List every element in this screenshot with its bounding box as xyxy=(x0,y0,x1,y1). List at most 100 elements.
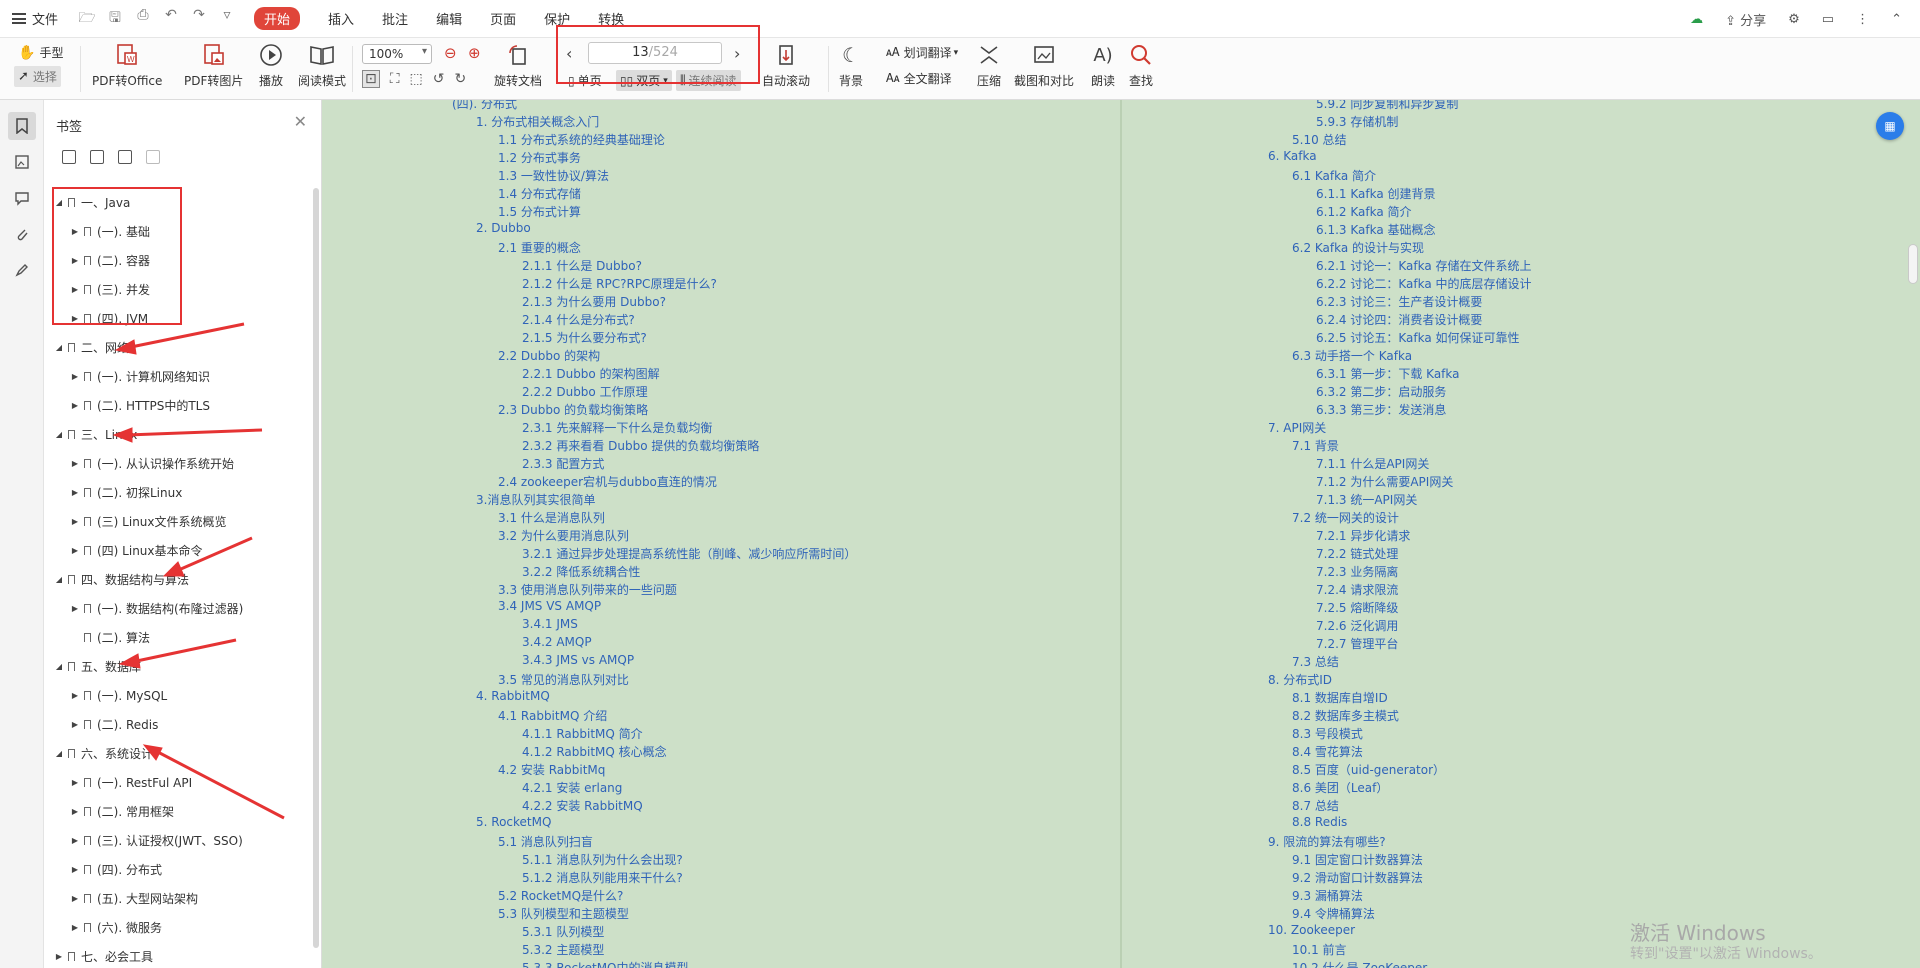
add-bookmark-icon[interactable] xyxy=(62,150,76,164)
rotate-left-icon[interactable]: ↺ xyxy=(433,71,445,87)
toc-entry[interactable]: 2.4 zookeeper宕机与dubbo直连的情况 xyxy=(498,473,717,490)
bookmark-item[interactable]: (二). 算法 xyxy=(70,629,150,646)
actual-size-icon[interactable]: ⊡ xyxy=(362,70,380,88)
toc-entry[interactable]: 2.2.1 Dubbo 的架构图解 xyxy=(522,365,660,382)
tab-page[interactable]: 页面 xyxy=(490,9,516,28)
toc-entry[interactable]: 9.3 漏桶算法 xyxy=(1292,887,1363,904)
toc-entry[interactable]: 9.1 固定窗口计数器算法 xyxy=(1292,851,1423,868)
bookmark-item[interactable]: ◢ 五、数据库 xyxy=(54,658,141,675)
toc-entry[interactable]: 6.1.2 Kafka 简介 xyxy=(1316,203,1412,220)
toc-entry[interactable]: 5.1 消息队列扫盲 xyxy=(498,833,593,850)
caret-right-icon[interactable]: ▶ xyxy=(70,517,80,526)
toc-entry[interactable]: 3.3 使用消息队列带来的一些问题 xyxy=(498,581,677,598)
toc-entry[interactable]: 1.3 一致性协议/算法 xyxy=(498,167,609,184)
toc-entry[interactable]: 1.4 分布式存储 xyxy=(498,185,581,202)
caret-right-icon[interactable]: ▶ xyxy=(70,691,80,700)
toc-entry[interactable]: 1. 分布式相关概念入门 xyxy=(476,113,599,130)
toc-entry[interactable]: 7.2.7 管理平台 xyxy=(1316,635,1398,652)
toc-entry[interactable]: 2.3 Dubbo 的负载均衡策略 xyxy=(498,401,648,418)
toc-entry[interactable]: 3.5 常见的消息队列对比 xyxy=(498,671,629,688)
toc-entry[interactable]: 4. RabbitMQ xyxy=(476,689,550,703)
toc-entry[interactable]: 5.2 RocketMQ是什么? xyxy=(498,887,623,904)
toc-entry[interactable]: 8.5 百度（uid-generator） xyxy=(1292,761,1445,778)
chevron-down-icon[interactable]: ▿ xyxy=(218,7,236,31)
toc-entry[interactable]: 5.3.3 RocketMQ中的消息模型 xyxy=(522,959,689,968)
caret-right-icon[interactable]: ▶ xyxy=(54,952,64,961)
bookmark-item[interactable]: ▶ (三). 认证授权(JWT、SSO) xyxy=(70,832,243,849)
floating-tool-button[interactable]: ▦ xyxy=(1876,112,1904,140)
toc-entry[interactable]: 2.1 重要的概念 xyxy=(498,239,581,256)
share-button[interactable]: ⇪ 分享 xyxy=(1725,10,1766,29)
file-menu[interactable]: 文件 xyxy=(12,9,58,28)
caret-right-icon[interactable]: ▶ xyxy=(70,894,80,903)
toc-entry[interactable]: 3.4 JMS VS AMQP xyxy=(498,599,601,613)
toc-entry[interactable]: 4.1.2 RabbitMQ 核心概念 xyxy=(522,743,667,760)
tab-insert[interactable]: 插入 xyxy=(328,9,354,28)
full-translate-button[interactable]: 🗛 全文翻译 xyxy=(886,70,952,87)
toc-entry[interactable]: 6.3.1 第一步：下载 Kafka xyxy=(1316,365,1460,382)
toc-entry[interactable]: 9. 限流的算法有哪些? xyxy=(1268,833,1386,850)
find-button[interactable]: 查找 xyxy=(1128,42,1154,89)
caret-right-icon[interactable]: ▶ xyxy=(70,807,80,816)
toc-entry[interactable]: 8. 分布式ID xyxy=(1268,671,1332,688)
bookmark-item[interactable]: ▶ (一). MySQL xyxy=(70,687,167,704)
background-button[interactable]: ☾ 背景 xyxy=(838,42,864,89)
toc-entry[interactable]: 6.2.1 讨论一：Kafka 存储在文件系统上 xyxy=(1316,257,1532,274)
thumbnail-panel-icon[interactable] xyxy=(8,148,36,176)
toc-entry[interactable]: 4.1 RabbitMQ 介绍 xyxy=(498,707,607,724)
toc-entry[interactable]: 8.4 雪花算法 xyxy=(1292,743,1363,760)
toc-entry[interactable]: 3.2.2 降低系统耦合性 xyxy=(522,563,640,580)
toc-entry[interactable]: 8.7 总结 xyxy=(1292,797,1339,814)
caret-right-icon[interactable]: ▶ xyxy=(70,836,80,845)
auto-scroll-button[interactable]: 自动滚动 xyxy=(762,42,810,89)
print-icon[interactable]: ⎙ xyxy=(134,7,152,31)
bookmark-item[interactable]: ▶ (一). 数据结构(布隆过滤器) xyxy=(70,600,243,617)
caret-down-icon[interactable]: ◢ xyxy=(54,749,64,758)
pdf-to-office-button[interactable]: W PDF转Office xyxy=(92,42,162,89)
rotate-document-button[interactable]: 旋转文档 xyxy=(494,42,542,89)
fit-page-icon[interactable]: ⛶ xyxy=(390,71,400,87)
pdf-to-image-button[interactable]: PDF转图片 xyxy=(184,42,243,89)
toc-entry[interactable]: 3.4.2 AMQP xyxy=(522,635,592,649)
panel-scrollbar[interactable] xyxy=(313,188,319,948)
toc-entry[interactable]: 6.1.1 Kafka 创建背景 xyxy=(1316,185,1436,202)
toc-entry[interactable]: 2.3.3 配置方式 xyxy=(522,455,604,472)
caret-right-icon[interactable]: ▶ xyxy=(70,865,80,874)
caret-right-icon[interactable]: ▶ xyxy=(70,778,80,787)
bookmark-item[interactable]: ▶ (六). 微服务 xyxy=(70,919,162,936)
bookmark-item[interactable]: ◢ 三、Linux xyxy=(54,426,137,443)
play-button[interactable]: 播放 xyxy=(258,42,284,89)
toc-entry[interactable]: 9.2 滑动窗口计数器算法 xyxy=(1292,869,1423,886)
close-icon[interactable]: ✕ xyxy=(294,112,307,131)
toc-entry[interactable]: 2.3.1 先来解释一下什么是负载均衡 xyxy=(522,419,712,436)
read-aloud-button[interactable]: A) 朗读 xyxy=(1090,42,1116,89)
window-mode-icon[interactable]: ▭ xyxy=(1822,12,1834,27)
tab-home[interactable]: 开始 xyxy=(254,7,301,30)
toc-entry[interactable]: 7.1.1 什么是API网关 xyxy=(1316,455,1429,472)
toc-entry[interactable]: 5.3 队列模型和主题模型 xyxy=(498,905,629,922)
toc-entry[interactable]: 6.3.3 第三步：发送消息 xyxy=(1316,401,1446,418)
caret-right-icon[interactable]: ▶ xyxy=(70,720,80,729)
toc-entry[interactable]: 2.3.2 再来看看 Dubbo 提供的负载均衡策略 xyxy=(522,437,759,454)
bookmark-item[interactable]: ▶ (一). RestFul API xyxy=(70,774,192,791)
toc-entry[interactable]: 8.1 数据库自增ID xyxy=(1292,689,1388,706)
toc-entry[interactable]: 4.1.1 RabbitMQ 简介 xyxy=(522,725,643,742)
comment-panel-icon[interactable] xyxy=(8,184,36,212)
bookmark-panel-icon[interactable] xyxy=(8,112,36,140)
toc-entry[interactable]: 6.2.4 讨论四：消费者设计概要 xyxy=(1316,311,1482,328)
caret-right-icon[interactable]: ▶ xyxy=(70,604,80,613)
toc-entry[interactable]: 2.1.2 什么是 RPC?RPC原理是什么? xyxy=(522,275,717,292)
toc-entry[interactable]: 7.1.3 统一API网关 xyxy=(1316,491,1417,508)
bookmark-item[interactable]: ▶ (三) Linux文件系统概览 xyxy=(70,513,227,530)
toc-entry[interactable]: 6.2.3 讨论三：生产者设计概要 xyxy=(1316,293,1482,310)
toc-entry[interactable]: 5.1.1 消息队列为什么会出现? xyxy=(522,851,683,868)
bookmark-item[interactable]: ▶ 七、必会工具 xyxy=(54,948,153,965)
toc-entry[interactable]: 7. API网关 xyxy=(1268,419,1326,436)
screenshot-compare-button[interactable]: 截图和对比 xyxy=(1014,42,1074,89)
bookmark-item[interactable]: ◢ 二、网络 xyxy=(54,339,129,356)
cloud-sync-icon[interactable]: ☁ xyxy=(1690,12,1703,27)
bookmark-item[interactable]: ▶ (二). Redis xyxy=(70,716,158,733)
toc-entry[interactable]: 3.2 为什么要用消息队列 xyxy=(498,527,629,544)
toc-entry[interactable]: 10.1 前言 xyxy=(1292,941,1347,958)
bookmark-item[interactable]: ▶ (四). 分布式 xyxy=(70,861,162,878)
